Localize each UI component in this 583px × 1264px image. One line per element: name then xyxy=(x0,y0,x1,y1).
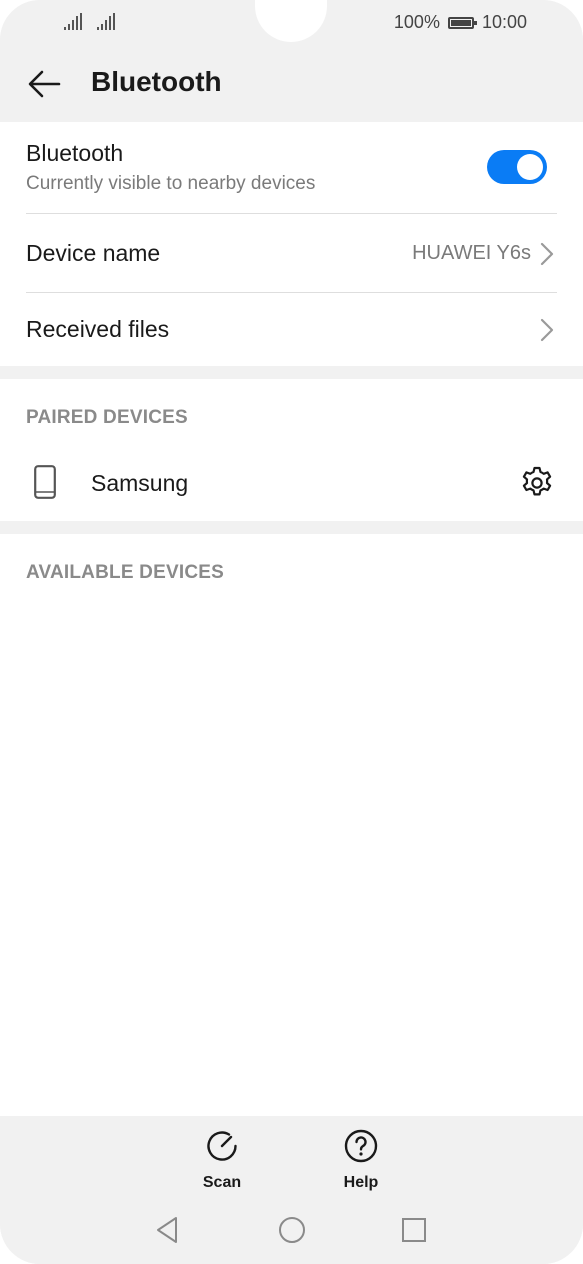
signal-strength-icon xyxy=(64,13,82,30)
toggle-knob xyxy=(517,154,543,180)
chevron-right-icon xyxy=(540,242,554,266)
paired-device-name: Samsung xyxy=(91,470,189,496)
scan-label: Scan xyxy=(202,1174,242,1191)
help-label: Help xyxy=(343,1174,379,1191)
camera-notch xyxy=(255,0,327,42)
bottom-action-bar: Scan Help xyxy=(0,1116,583,1264)
paired-devices-header: PAIRED DEVICES xyxy=(26,407,188,428)
bluetooth-toggle-row[interactable]: Bluetooth Currently visible to nearby de… xyxy=(26,140,557,212)
page-title: Bluetooth xyxy=(91,66,222,97)
bluetooth-settings-section: Bluetooth Currently visible to nearby de… xyxy=(0,122,583,366)
recents-square-icon[interactable] xyxy=(398,1214,430,1246)
device-name-row[interactable]: Device name HUAWEI Y6s xyxy=(26,240,557,274)
status-right: 100% 10:00 xyxy=(394,12,527,33)
divider xyxy=(26,292,557,293)
back-button[interactable] xyxy=(22,62,66,106)
help-icon xyxy=(344,1129,378,1163)
phone-screen: 100% 10:00 Bluetooth Bluetooth Currently… xyxy=(0,0,583,1264)
available-devices-header: AVAILABLE DEVICES xyxy=(26,562,224,583)
gear-icon[interactable] xyxy=(519,465,555,501)
signal-strength-icon xyxy=(97,13,115,30)
battery-icon xyxy=(447,16,477,29)
paired-devices-section: PAIRED DEVICES Samsung xyxy=(0,379,583,521)
battery-percent: 100% xyxy=(393,12,440,32)
status-bar: 100% 10:00 xyxy=(0,0,583,44)
bluetooth-row-title: Bluetooth xyxy=(26,140,124,166)
available-devices-section: AVAILABLE DEVICES xyxy=(0,534,583,1116)
chevron-right-icon xyxy=(540,318,554,342)
received-files-label: Received files xyxy=(26,316,170,342)
received-files-row[interactable]: Received files xyxy=(26,316,557,350)
home-circle-icon[interactable] xyxy=(276,1214,308,1246)
device-name-value: HUAWEI Y6s xyxy=(412,242,531,264)
app-bar: Bluetooth xyxy=(0,44,583,122)
scan-button[interactable]: Scan xyxy=(182,1128,262,1192)
scan-icon xyxy=(207,1131,237,1161)
bluetooth-row-subtitle: Currently visible to nearby devices xyxy=(26,173,316,194)
clock: 10:00 xyxy=(481,12,527,32)
divider xyxy=(26,213,557,214)
bluetooth-toggle-switch[interactable] xyxy=(487,150,547,184)
phone-icon xyxy=(34,465,56,499)
back-triangle-icon[interactable] xyxy=(152,1214,184,1246)
arrow-left-icon xyxy=(28,70,61,98)
help-button[interactable]: Help xyxy=(321,1128,401,1192)
